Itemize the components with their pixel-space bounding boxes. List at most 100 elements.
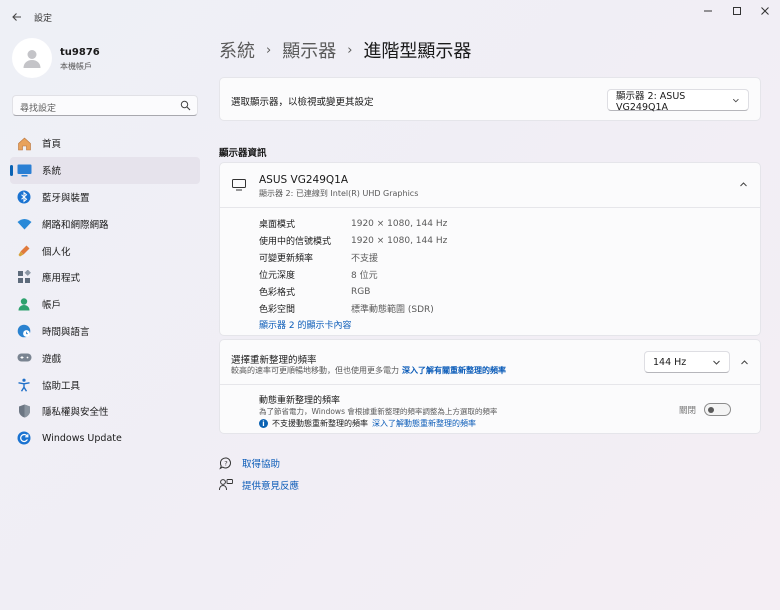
info-value: 1920 × 1080, 144 Hz [351, 235, 448, 246]
chevron-down-icon [713, 360, 720, 365]
user-name: tu9876 [60, 47, 100, 58]
sidebar-item-label: 應用程式 [42, 273, 81, 285]
toggle-knob [708, 406, 714, 413]
minimize-button[interactable] [694, 3, 722, 19]
user-avatar-icon [23, 50, 41, 68]
search-input[interactable]: 尋找設定 [20, 101, 56, 114]
info-value: 不支援 [351, 254, 379, 264]
sidebar-item-label: 隱私權與安全性 [42, 407, 109, 419]
dynamic-refresh-learn-more-link[interactable]: 深入了解動態重新整理的頻率 [372, 418, 476, 429]
info-row: 可變更新頻率 不支援 [259, 249, 447, 266]
display-info-card: ASUS VG249Q1A 顯示器 2: 已連線到 Intel(R) UHD G… [219, 162, 761, 336]
user-profile[interactable]: tu9876 本機帳戶 [12, 38, 202, 80]
refresh-rate-dropdown[interactable]: 144 Hz [644, 351, 730, 373]
sidebar-item-label: 時間與語言 [42, 326, 90, 338]
monitor-name: ASUS VG249Q1A [259, 174, 349, 186]
sidebar-item-label: 帳戶 [42, 300, 62, 312]
info-row: 色彩格式 RGB [259, 283, 447, 300]
svg-text:?: ? [224, 460, 227, 468]
sidebar-item-gaming[interactable]: 遊戲 [10, 344, 200, 371]
dynamic-refresh-note-text: 不支援動態重新整理的頻率 [272, 419, 368, 428]
chevron-down-icon [733, 98, 740, 102]
back-button[interactable] [8, 8, 26, 26]
account-type: 本機帳戶 [60, 62, 92, 71]
feedback-icon [219, 478, 233, 492]
info-key: 色彩格式 [259, 288, 296, 298]
apps-icon [16, 269, 32, 285]
system-icon [16, 162, 32, 178]
chevron-up-icon[interactable] [739, 180, 748, 189]
sidebar-item-time-language[interactable]: 時間與語言 [10, 318, 200, 345]
personalization-icon [16, 243, 32, 259]
home-icon [16, 135, 32, 151]
info-value: RGB [351, 286, 371, 297]
info-key: 可變更新頻率 [259, 254, 314, 264]
info-key: 色彩空間 [259, 305, 296, 315]
shield-icon [16, 403, 32, 419]
give-feedback-link[interactable]: 提供意見反應 [219, 478, 299, 492]
search-icon [180, 100, 191, 111]
sidebar-item-home[interactable]: 首頁 [10, 130, 200, 157]
display-info-rows: 桌面模式 1920 × 1080, 144 Hz 使用中的信號模式 1920 ×… [259, 215, 447, 317]
sidebar-item-label: 個人化 [42, 246, 71, 258]
sidebar-item-accounts[interactable]: 帳戶 [10, 291, 200, 318]
sidebar-item-system[interactable]: 系統 [10, 156, 200, 184]
breadcrumb-system[interactable]: 系統 [219, 37, 255, 63]
close-icon [761, 7, 769, 15]
display-dropdown[interactable]: 顯示器 2: ASUS VG249Q1A [607, 89, 749, 113]
info-row: 桌面模式 1920 × 1080, 144 Hz [259, 215, 447, 232]
sidebar-item-personalization[interactable]: 個人化 [10, 237, 200, 264]
sidebar-item-label: 首頁 [42, 139, 62, 151]
sidebar-item-label: Windows Update [42, 432, 122, 444]
sidebar-item-label: 協助工具 [42, 380, 81, 392]
sidebar-item-label: 遊戲 [42, 353, 62, 365]
dynamic-refresh-toggle[interactable] [704, 403, 731, 416]
breadcrumb: 系統 › 顯示器 › 進階型顯示器 [219, 38, 471, 62]
get-help-label: 取得協助 [242, 459, 281, 470]
maximize-icon [733, 7, 741, 15]
info-row: 色彩空間 標準動態範圍 (SDR) [259, 300, 447, 317]
sidebar-item-windows-update[interactable]: Windows Update [10, 425, 200, 452]
sidebar-item-label: 系統 [42, 166, 62, 178]
title-bar: 設定 [0, 0, 780, 32]
refresh-rate-card: 選擇重新整理的頻率 較高的速率可更順暢地移動，但也使用更多電力 深入了解有關重新整… [219, 339, 761, 434]
maximize-button[interactable] [723, 3, 751, 19]
info-value: 標準動態範圍 (SDR) [351, 305, 434, 315]
monitor-icon [232, 179, 246, 191]
display-select-label: 選取顯示器，以檢視或變更其設定 [231, 97, 374, 108]
bluetooth-icon [16, 189, 32, 205]
info-icon: i [259, 419, 268, 428]
get-help-link[interactable]: ? 取得協助 [219, 456, 280, 470]
help-icon: ? [219, 456, 233, 470]
sidebar-item-network[interactable]: 網路和網際網路 [10, 210, 200, 237]
search-box[interactable]: 尋找設定 [12, 95, 198, 116]
chevron-up-icon[interactable] [740, 358, 749, 367]
info-row: 使用中的信號模式 1920 × 1080, 144 Hz [259, 232, 447, 249]
sidebar-item-privacy[interactable]: 隱私權與安全性 [10, 398, 200, 425]
wifi-icon [16, 216, 32, 232]
account-icon [16, 296, 32, 312]
chevron-right-icon: › [347, 42, 353, 58]
display-dropdown-value: 顯示器 2: ASUS VG249Q1A [616, 90, 686, 113]
dynamic-refresh-note: i 不支援動態重新整理的頻率 深入了解動態重新整理的頻率 [259, 418, 476, 429]
refresh-rate-description: 較高的速率可更順暢地移動，但也使用更多電力 深入了解有關重新整理的頻率 [231, 365, 506, 376]
windows-update-icon [16, 430, 32, 446]
refresh-rate-desc-text: 較高的速率可更順暢地移動，但也使用更多電力 [231, 366, 399, 375]
give-feedback-label: 提供意見反應 [242, 481, 300, 492]
display-info-header[interactable]: ASUS VG249Q1A 顯示器 2: 已連線到 Intel(R) UHD G… [220, 163, 760, 208]
gamepad-icon [16, 350, 32, 366]
sidebar-item-bluetooth[interactable]: 藍牙與裝置 [10, 184, 200, 211]
refresh-rate-value: 144 Hz [653, 356, 687, 368]
sidebar-item-accessibility[interactable]: 協助工具 [10, 371, 200, 398]
minimize-icon [704, 10, 712, 12]
dynamic-refresh-title: 動態重新整理的頻率 [259, 396, 341, 406]
sidebar-item-apps[interactable]: 應用程式 [10, 264, 200, 291]
breadcrumb-display[interactable]: 顯示器 [282, 37, 336, 63]
display-info-section-title: 顯示器資訊 [219, 148, 267, 159]
display-adapter-properties-link[interactable]: 顯示器 2 的顯示卡內容 [259, 318, 351, 331]
close-button[interactable] [751, 3, 779, 19]
globe-clock-icon [16, 323, 32, 339]
refresh-rate-learn-more-link[interactable]: 深入了解有關重新整理的頻率 [402, 366, 506, 375]
refresh-rate-title: 選擇重新整理的頻率 [231, 355, 317, 366]
refresh-rate-header: 選擇重新整理的頻率 較高的速率可更順暢地移動，但也使用更多電力 深入了解有關重新整… [220, 340, 760, 385]
